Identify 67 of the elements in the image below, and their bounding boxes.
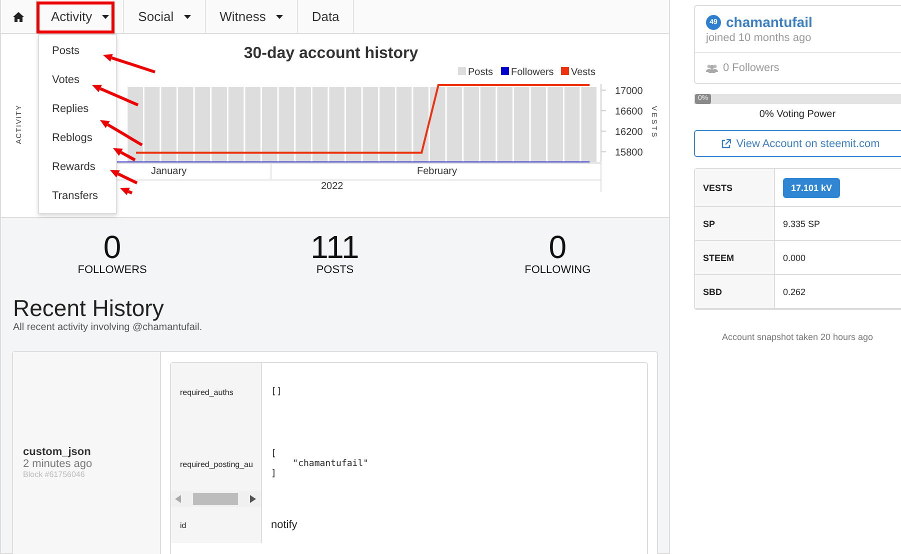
caret-icon bbox=[102, 14, 110, 18]
vests-badge: 17.101 kV bbox=[783, 178, 840, 198]
field-value: [ "chamantufail" ] bbox=[270, 448, 370, 481]
menu-item[interactable]: Reblogs bbox=[39, 124, 116, 153]
horizontal-scrollbar[interactable] bbox=[171, 491, 261, 507]
menu-item[interactable]: Replies bbox=[39, 95, 116, 124]
balance-label: VESTS bbox=[695, 169, 775, 207]
menu-item[interactable]: Posts bbox=[39, 37, 116, 66]
operation-time: 2 minutes ago bbox=[23, 458, 94, 470]
stat-value: 111 bbox=[310, 230, 360, 264]
legend-label: Vests bbox=[571, 67, 596, 78]
nav-tab[interactable]: Activity bbox=[37, 0, 124, 33]
voting-power-label: 0% Voting Power bbox=[758, 109, 837, 120]
caret-icon bbox=[184, 14, 191, 18]
nav-tab[interactable]: Data bbox=[298, 0, 354, 33]
nav-tab[interactable]: Social bbox=[124, 0, 206, 33]
nav-tab[interactable]: Witness bbox=[206, 0, 298, 33]
axis-tick-label: 16600 bbox=[615, 106, 643, 118]
view-account-button[interactable]: View Account on steemit.com bbox=[694, 130, 901, 157]
axis-tick-label: 16200 bbox=[615, 127, 643, 138]
stat-label: FOLLOWING bbox=[524, 264, 591, 276]
annotation-arrow bbox=[120, 188, 133, 196]
axis-tick-label: 15800 bbox=[615, 148, 643, 159]
legend-item: Posts bbox=[458, 67, 494, 78]
field-value: notify bbox=[270, 518, 298, 533]
balance-label: SP bbox=[695, 207, 775, 241]
block-number: Block #61756046 bbox=[23, 470, 86, 478]
menu-item[interactable]: Votes bbox=[39, 66, 116, 95]
annotation-arrow bbox=[100, 120, 143, 146]
joined-text: joined 10 months ago bbox=[706, 32, 812, 44]
stat-label: FOLLOWERS bbox=[78, 264, 147, 276]
annotation-arrow bbox=[113, 148, 136, 162]
account-name[interactable]: chamantufail bbox=[726, 14, 812, 30]
annotation-arrow bbox=[110, 170, 138, 184]
menu-item[interactable]: Rewards bbox=[39, 153, 116, 182]
field-key: required_auths bbox=[171, 363, 262, 421]
axis-tick-label: 2022 bbox=[321, 181, 344, 192]
menu-item[interactable]: Transfers bbox=[39, 182, 116, 211]
balance-amount: 0.262 bbox=[783, 286, 806, 296]
balance-label: STEEM bbox=[695, 241, 775, 275]
annotation-arrow bbox=[103, 54, 156, 74]
field-value: [] bbox=[270, 386, 283, 399]
operation-type: custom_json bbox=[23, 446, 92, 458]
field-key: id bbox=[171, 507, 262, 543]
stat-value: 0 bbox=[548, 230, 567, 264]
field-key: required_posting_au bbox=[171, 421, 262, 507]
users-icon bbox=[706, 64, 718, 72]
axis-tick-label: January bbox=[151, 166, 187, 177]
external-link-icon bbox=[721, 138, 732, 148]
balance-label: SBD bbox=[695, 275, 775, 309]
followers-count: 0 Followers bbox=[723, 62, 780, 74]
scroll-right-icon[interactable] bbox=[250, 495, 256, 503]
section-title: Recent History bbox=[13, 294, 165, 322]
annotation-arrow bbox=[92, 84, 139, 106]
stat-value: 0 bbox=[103, 230, 122, 264]
legend-item: Vests bbox=[561, 67, 596, 78]
legend-item: Followers bbox=[501, 67, 554, 78]
axis-tick-label: February bbox=[417, 166, 458, 177]
balance-amount: 9.335 SP bbox=[783, 218, 820, 228]
snapshot-text: Account snapshot taken 20 hours ago bbox=[720, 332, 874, 342]
home-icon bbox=[13, 12, 24, 22]
stat-label: POSTS bbox=[316, 264, 354, 276]
axis-tick-label: 17000 bbox=[615, 86, 643, 98]
caret-icon bbox=[276, 14, 283, 18]
chart-title: 30-day account history bbox=[244, 45, 418, 62]
balance-amount: 0.000 bbox=[783, 252, 806, 262]
section-subtitle: All recent activity involving @chamantufail. bbox=[13, 322, 204, 333]
